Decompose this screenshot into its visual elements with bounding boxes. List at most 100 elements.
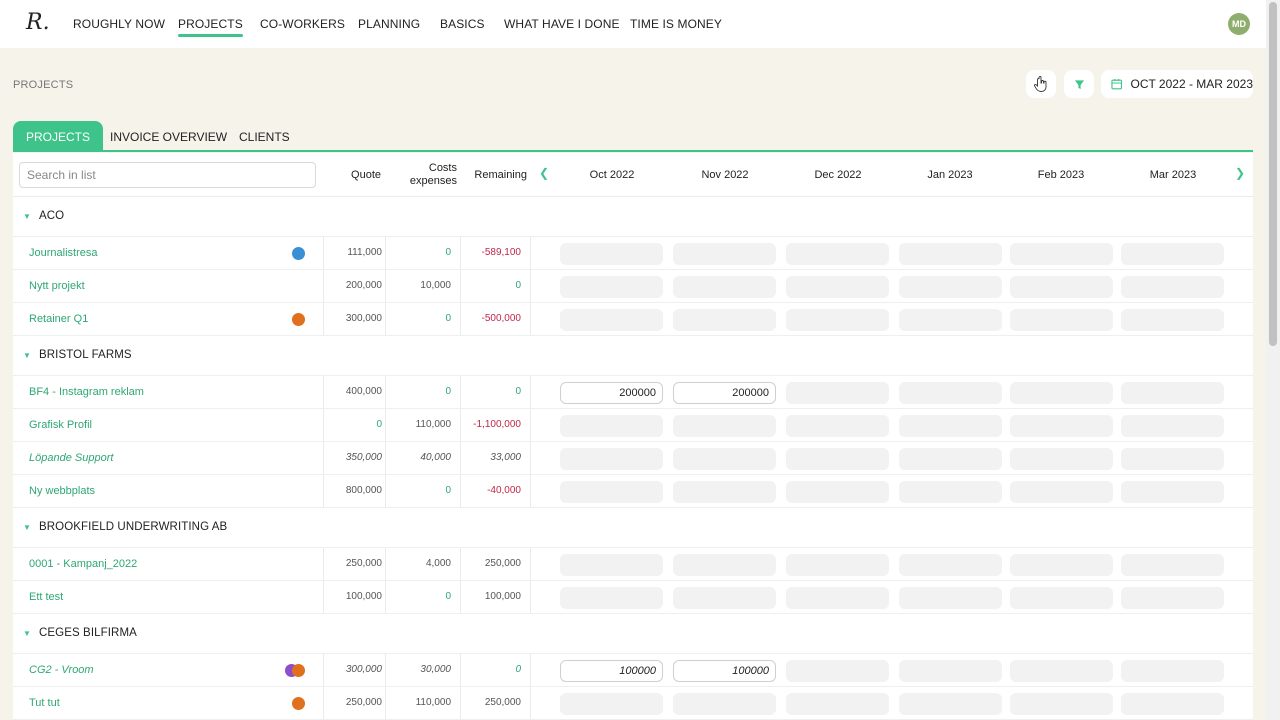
- month-amount-slot[interactable]: [1010, 659, 1113, 682]
- month-amount-slot[interactable]: [1121, 553, 1224, 576]
- project-name-link[interactable]: Retainer Q1: [29, 313, 88, 325]
- group-row[interactable]: ▼ CEGES BILFIRMA: [13, 614, 1253, 654]
- month-amount-slot[interactable]: [786, 659, 889, 682]
- month-amount-slot[interactable]: [1010, 553, 1113, 576]
- month-amount-slot[interactable]: [673, 480, 776, 503]
- month-amount-slot[interactable]: [786, 586, 889, 609]
- month-amount-slot[interactable]: [673, 692, 776, 715]
- nav-item-what-have-i-done[interactable]: WHAT HAVE I DONE: [504, 17, 620, 31]
- month-amount-slot[interactable]: [786, 381, 889, 404]
- app-logo[interactable]: R.: [26, 10, 50, 35]
- nav-item-basics[interactable]: BASICS: [440, 17, 485, 31]
- month-amount-input[interactable]: 200000: [673, 381, 776, 404]
- project-name-link[interactable]: 0001 - Kampanj_2022: [29, 558, 137, 570]
- month-amount-slot[interactable]: [1010, 586, 1113, 609]
- project-name-link[interactable]: Nytt projekt: [29, 280, 85, 292]
- month-amount-slot[interactable]: [786, 308, 889, 331]
- month-amount-slot[interactable]: [899, 480, 1002, 503]
- month-amount-slot[interactable]: [1121, 275, 1224, 298]
- user-avatar[interactable]: MD: [1228, 13, 1250, 35]
- tab-projects[interactable]: PROJECTS: [13, 121, 104, 152]
- nav-item-roughly-now[interactable]: ROUGHLY NOW: [73, 17, 165, 31]
- project-name-link[interactable]: Ett test: [29, 591, 63, 603]
- month-amount-slot[interactable]: [1121, 308, 1224, 331]
- month-amount-slot[interactable]: [1121, 586, 1224, 609]
- month-amount-slot[interactable]: [1121, 692, 1224, 715]
- month-amount-slot[interactable]: [560, 692, 663, 715]
- project-name-link[interactable]: Journalistresa: [29, 247, 97, 259]
- month-amount-slot[interactable]: [560, 242, 663, 265]
- month-amount-slot[interactable]: [899, 553, 1002, 576]
- month-amount-slot[interactable]: [786, 414, 889, 437]
- group-row[interactable]: ▼ ACO: [13, 197, 1253, 237]
- month-amount-slot[interactable]: [899, 275, 1002, 298]
- month-amount-slot[interactable]: [1121, 447, 1224, 470]
- nav-item-projects[interactable]: PROJECTS: [178, 17, 243, 37]
- project-name-link[interactable]: CG2 - Vroom: [29, 664, 94, 676]
- search-input[interactable]: [19, 162, 316, 188]
- page-scrollbar[interactable]: [1266, 0, 1280, 720]
- month-amount-input[interactable]: 100000: [560, 659, 663, 682]
- project-name-link[interactable]: Ny webbplats: [29, 485, 95, 497]
- nav-item-planning[interactable]: PLANNING: [358, 17, 420, 31]
- group-row[interactable]: ▼ BROOKFIELD UNDERWRITING AB: [13, 508, 1253, 548]
- month-amount-input[interactable]: 200000: [560, 381, 663, 404]
- month-amount-slot[interactable]: [1121, 414, 1224, 437]
- month-amount-slot[interactable]: [673, 275, 776, 298]
- month-amount-slot[interactable]: [786, 275, 889, 298]
- month-amount-slot[interactable]: [673, 586, 776, 609]
- month-amount-slot[interactable]: [1121, 480, 1224, 503]
- collapse-caret-icon[interactable]: ▼: [23, 629, 31, 638]
- project-name-link[interactable]: BF4 - Instagram reklam: [29, 386, 144, 398]
- project-name-link[interactable]: Löpande Support: [29, 452, 113, 464]
- export-button[interactable]: [1026, 70, 1056, 98]
- month-amount-slot[interactable]: [786, 480, 889, 503]
- collapse-caret-icon[interactable]: ▼: [23, 212, 31, 221]
- month-amount-slot[interactable]: [1121, 659, 1224, 682]
- month-amount-slot[interactable]: [673, 553, 776, 576]
- month-amount-slot[interactable]: [899, 308, 1002, 331]
- month-amount-slot[interactable]: [899, 414, 1002, 437]
- month-amount-slot[interactable]: [1121, 381, 1224, 404]
- month-amount-slot[interactable]: [899, 447, 1002, 470]
- next-period-arrow[interactable]: ❯: [1235, 166, 1245, 180]
- previous-period-arrow[interactable]: ❮: [539, 166, 549, 180]
- month-amount-slot[interactable]: [1010, 692, 1113, 715]
- month-amount-slot[interactable]: [1010, 275, 1113, 298]
- month-amount-slot[interactable]: [1010, 447, 1113, 470]
- month-amount-slot[interactable]: [899, 586, 1002, 609]
- month-amount-slot[interactable]: [673, 242, 776, 265]
- month-amount-slot[interactable]: [1010, 381, 1113, 404]
- month-amount-slot[interactable]: [560, 586, 663, 609]
- project-name-link[interactable]: Grafisk Profil: [29, 419, 92, 431]
- tab-invoice-overview[interactable]: INVOICE OVERVIEW: [110, 121, 227, 152]
- tab-clients[interactable]: CLIENTS: [239, 121, 290, 152]
- collapse-caret-icon[interactable]: ▼: [23, 523, 31, 532]
- month-amount-slot[interactable]: [1010, 242, 1113, 265]
- month-amount-slot[interactable]: [560, 480, 663, 503]
- month-amount-slot[interactable]: [1010, 480, 1113, 503]
- month-amount-slot[interactable]: [1010, 308, 1113, 331]
- month-amount-slot[interactable]: [899, 659, 1002, 682]
- month-amount-slot[interactable]: [673, 414, 776, 437]
- month-amount-slot[interactable]: [786, 692, 889, 715]
- month-amount-slot[interactable]: [786, 447, 889, 470]
- month-amount-input[interactable]: 100000: [673, 659, 776, 682]
- month-amount-slot[interactable]: [560, 553, 663, 576]
- month-amount-slot[interactable]: [786, 242, 889, 265]
- scrollbar-thumb[interactable]: [1269, 2, 1277, 346]
- month-amount-slot[interactable]: [1010, 414, 1113, 437]
- month-amount-slot[interactable]: [899, 692, 1002, 715]
- month-amount-slot[interactable]: [899, 242, 1002, 265]
- group-row[interactable]: ▼ BRISTOL FARMS: [13, 336, 1253, 376]
- date-range-picker[interactable]: OCT 2022 - MAR 2023: [1101, 70, 1253, 98]
- filter-button[interactable]: [1064, 70, 1094, 98]
- nav-item-time-is-money[interactable]: TIME IS MONEY: [630, 17, 722, 31]
- month-amount-slot[interactable]: [899, 381, 1002, 404]
- month-amount-slot[interactable]: [673, 447, 776, 470]
- month-amount-slot[interactable]: [560, 447, 663, 470]
- month-amount-slot[interactable]: [560, 275, 663, 298]
- nav-item-co-workers[interactable]: CO-WORKERS: [260, 17, 345, 31]
- project-name-link[interactable]: Tut tut: [29, 697, 60, 709]
- month-amount-slot[interactable]: [673, 308, 776, 331]
